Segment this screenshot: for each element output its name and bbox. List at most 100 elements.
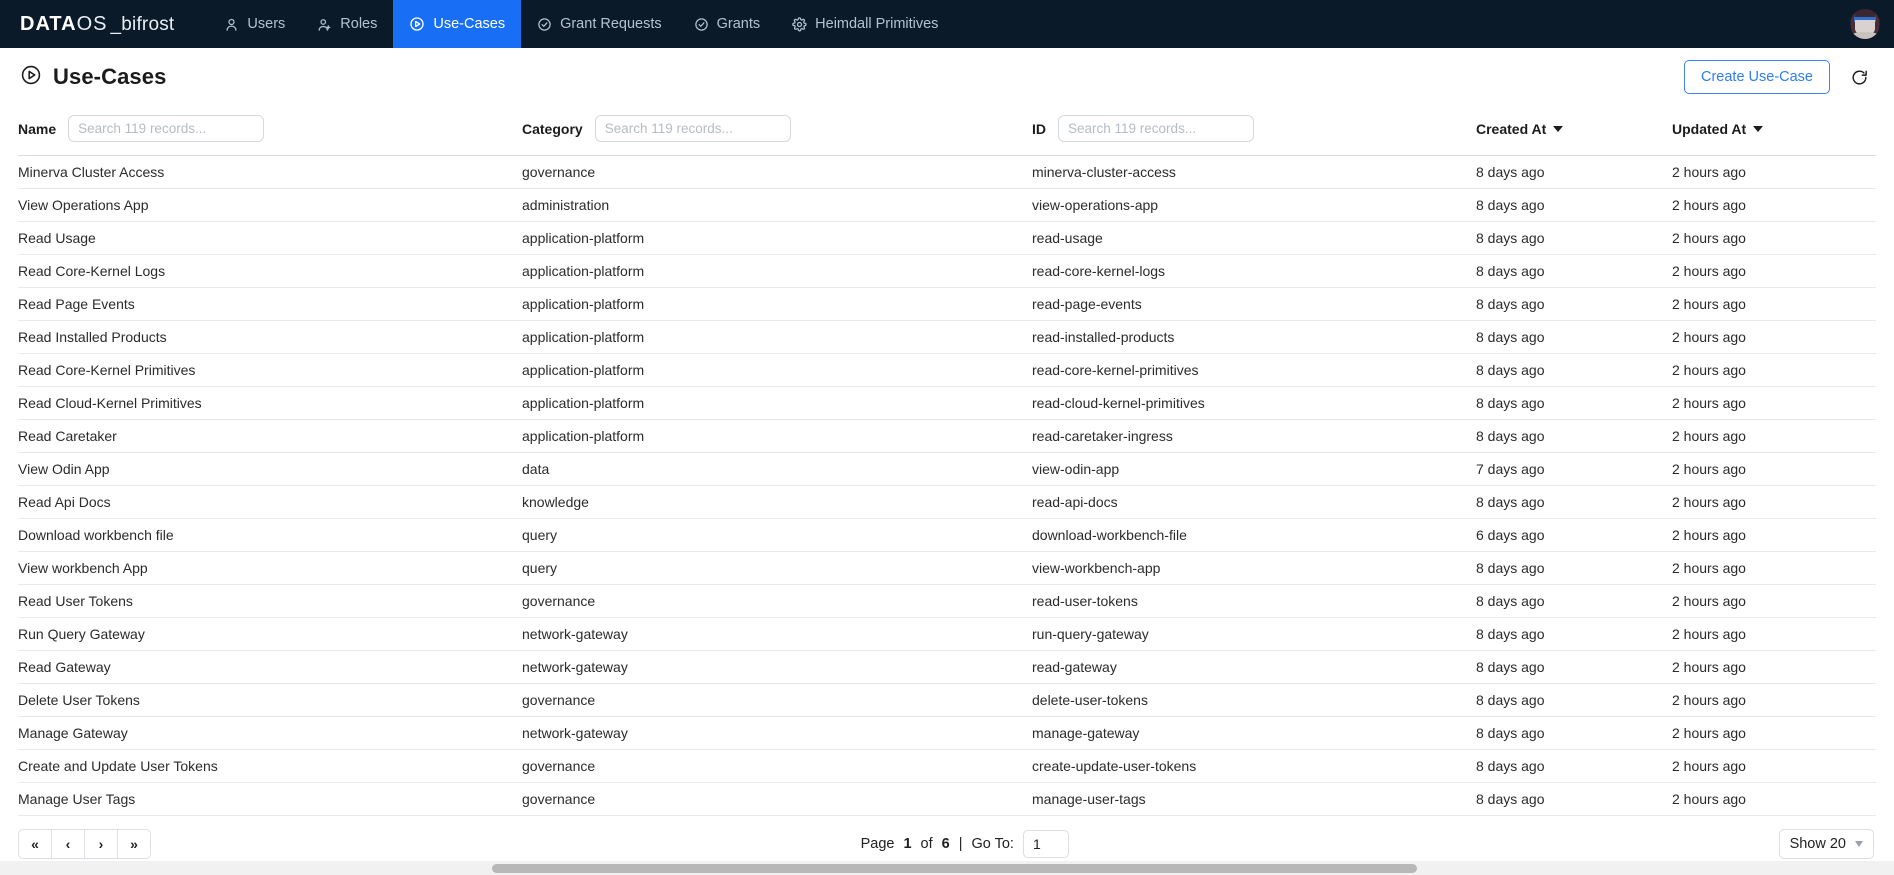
column-label-id: ID bbox=[1032, 120, 1046, 137]
cell-id: manage-gateway bbox=[1032, 716, 1476, 750]
cell-created-at: 8 days ago bbox=[1476, 650, 1672, 684]
search-input-id[interactable] bbox=[1058, 115, 1254, 142]
cell-id: read-usage bbox=[1032, 221, 1476, 255]
create-use-case-button[interactable]: Create Use-Case bbox=[1683, 60, 1830, 94]
nav-label: Users bbox=[247, 16, 286, 32]
nav-label: Roles bbox=[340, 16, 378, 32]
cell-created-at: 8 days ago bbox=[1476, 188, 1672, 222]
column-header-category: Category bbox=[522, 106, 1032, 156]
nav-item-use-cases[interactable]: Use-Cases bbox=[393, 0, 522, 48]
cell-name: Manage User Tags bbox=[18, 782, 522, 816]
cell-category: query bbox=[522, 551, 1032, 585]
cell-created-at: 8 days ago bbox=[1476, 155, 1672, 189]
nav-item-grants[interactable]: Grants bbox=[678, 0, 777, 48]
column-label-name: Name bbox=[18, 120, 57, 137]
cell-name: Read Page Events bbox=[18, 287, 522, 321]
user-group-icon bbox=[317, 17, 332, 32]
cell-updated-at: 2 hours ago bbox=[1672, 650, 1876, 684]
table-row[interactable]: Delete User Tokens governance delete-user-… bbox=[18, 683, 1876, 717]
cell-id: read-cloud-kernel-primitives bbox=[1032, 386, 1476, 420]
cell-created-at: 8 days ago bbox=[1476, 749, 1672, 783]
cell-updated-at: 2 hours ago bbox=[1672, 518, 1876, 552]
table-row[interactable]: Create and Update User Tokens governance c… bbox=[18, 749, 1876, 783]
nav-items: Users Roles Use-Cases Grant Requests Gra bbox=[208, 0, 954, 48]
table-row[interactable]: Read Usage application-platform read-usage… bbox=[18, 221, 1876, 255]
goto-page-input[interactable] bbox=[1022, 830, 1069, 858]
cell-created-at: 8 days ago bbox=[1476, 320, 1672, 354]
table-row[interactable]: Manage Gateway network-gateway manage-gate… bbox=[18, 716, 1876, 750]
table-row[interactable]: Read Page Events application-platform read… bbox=[18, 287, 1876, 321]
sort-caret-down-icon[interactable] bbox=[1553, 125, 1564, 132]
table-row[interactable]: Read Core-Kernel Logs application-platfor… bbox=[18, 254, 1876, 288]
cell-category: application-platform bbox=[522, 221, 1032, 255]
cell-id: delete-user-tokens bbox=[1032, 683, 1476, 717]
cell-updated-at: 2 hours ago bbox=[1672, 287, 1876, 321]
cell-category: governance bbox=[522, 683, 1032, 717]
cell-updated-at: 2 hours ago bbox=[1672, 221, 1876, 255]
nav-label: Heimdall Primitives bbox=[815, 16, 939, 32]
cell-category: application-platform bbox=[522, 386, 1032, 420]
table-row[interactable]: Read Gateway network-gateway read-gateway 8… bbox=[18, 650, 1876, 684]
search-input-name[interactable] bbox=[68, 115, 265, 142]
cell-id: view-operations-app bbox=[1032, 188, 1476, 222]
cell-updated-at: 2 hours ago bbox=[1672, 749, 1876, 783]
column-header-updated-at[interactable]: Updated At bbox=[1672, 106, 1876, 156]
table-row[interactable]: Minerva Cluster Access governance minerva-… bbox=[18, 155, 1876, 189]
page-size-select[interactable]: Show 20 bbox=[1778, 829, 1874, 859]
cell-updated-at: 2 hours ago bbox=[1672, 320, 1876, 354]
column-header-created-at[interactable]: Created At bbox=[1476, 106, 1672, 156]
cell-id: read-core-kernel-logs bbox=[1032, 254, 1476, 288]
cell-created-at: 8 days ago bbox=[1476, 584, 1672, 618]
cell-name: Read Caretaker bbox=[18, 419, 522, 453]
refresh-icon[interactable] bbox=[1846, 64, 1872, 90]
nav-item-users[interactable]: Users bbox=[208, 0, 301, 48]
cell-category: network-gateway bbox=[522, 716, 1032, 750]
nav-item-grant-requests[interactable]: Grant Requests bbox=[521, 0, 678, 48]
cell-name: Read Cloud-Kernel Primitives bbox=[18, 386, 522, 420]
next-page-button[interactable]: › bbox=[84, 829, 118, 859]
table-row[interactable]: View Operations App administration view-op… bbox=[18, 188, 1876, 222]
last-page-button[interactable]: » bbox=[117, 829, 151, 859]
avatar[interactable] bbox=[1850, 9, 1880, 39]
table-row[interactable]: View Odin App data view-odin-app 7 days ago… bbox=[18, 452, 1876, 486]
table-row[interactable]: Read Api Docs knowledge read-api-docs 8 day… bbox=[18, 485, 1876, 519]
previous-page-button[interactable]: ‹ bbox=[51, 829, 85, 859]
cell-id: create-update-user-tokens bbox=[1032, 749, 1476, 783]
table-row[interactable]: Read User Tokens governance read-user-toke… bbox=[18, 584, 1876, 618]
cell-name: View Odin App bbox=[18, 452, 522, 486]
table-row[interactable]: Read Caretaker application-platform read-c… bbox=[18, 419, 1876, 453]
table-row[interactable]: Download workbench file query download-wor… bbox=[18, 518, 1876, 552]
page-size-label: Show 20 bbox=[1789, 836, 1846, 852]
table-row[interactable]: Manage User Tags governance manage-user-ta… bbox=[18, 782, 1876, 816]
cell-id: read-caretaker-ingress bbox=[1032, 419, 1476, 453]
column-label-category: Category bbox=[522, 120, 583, 137]
cell-updated-at: 2 hours ago bbox=[1672, 254, 1876, 288]
cell-updated-at: 2 hours ago bbox=[1672, 716, 1876, 750]
cell-category: application-platform bbox=[522, 419, 1032, 453]
table-row[interactable]: Read Core-Kernel Primitives application-p… bbox=[18, 353, 1876, 387]
cell-updated-at: 2 hours ago bbox=[1672, 386, 1876, 420]
cell-id: read-user-tokens bbox=[1032, 584, 1476, 618]
app-logo[interactable]: DATA OS _bifrost bbox=[20, 13, 174, 36]
table-row[interactable]: Run Query Gateway network-gateway run-quer… bbox=[18, 617, 1876, 651]
nav-item-heimdall-primitives[interactable]: Heimdall Primitives bbox=[776, 0, 954, 48]
cell-id: read-api-docs bbox=[1032, 485, 1476, 519]
search-input-category[interactable] bbox=[594, 115, 791, 142]
first-page-button[interactable]: « bbox=[18, 829, 52, 859]
check-circle-icon bbox=[537, 17, 552, 32]
horizontal-scrollbar[interactable] bbox=[0, 861, 1894, 875]
cell-id: view-odin-app bbox=[1032, 452, 1476, 486]
cell-updated-at: 2 hours ago bbox=[1672, 584, 1876, 618]
cell-updated-at: 2 hours ago bbox=[1672, 683, 1876, 717]
horizontal-scrollbar-thumb[interactable] bbox=[492, 864, 1417, 873]
of-word: of bbox=[920, 836, 933, 852]
pagination-controls: « ‹ › » bbox=[18, 829, 151, 859]
table-row[interactable]: View workbench App query view-workbench-ap… bbox=[18, 551, 1876, 585]
nav-item-roles[interactable]: Roles bbox=[301, 0, 393, 48]
chevron-down-icon bbox=[1855, 841, 1863, 847]
sort-caret-down-icon[interactable] bbox=[1753, 125, 1764, 132]
cell-updated-at: 2 hours ago bbox=[1672, 155, 1876, 189]
table-row[interactable]: Read Installed Products application-platf… bbox=[18, 320, 1876, 354]
table-row[interactable]: Read Cloud-Kernel Primitives application-… bbox=[18, 386, 1876, 420]
cell-created-at: 8 days ago bbox=[1476, 551, 1672, 585]
